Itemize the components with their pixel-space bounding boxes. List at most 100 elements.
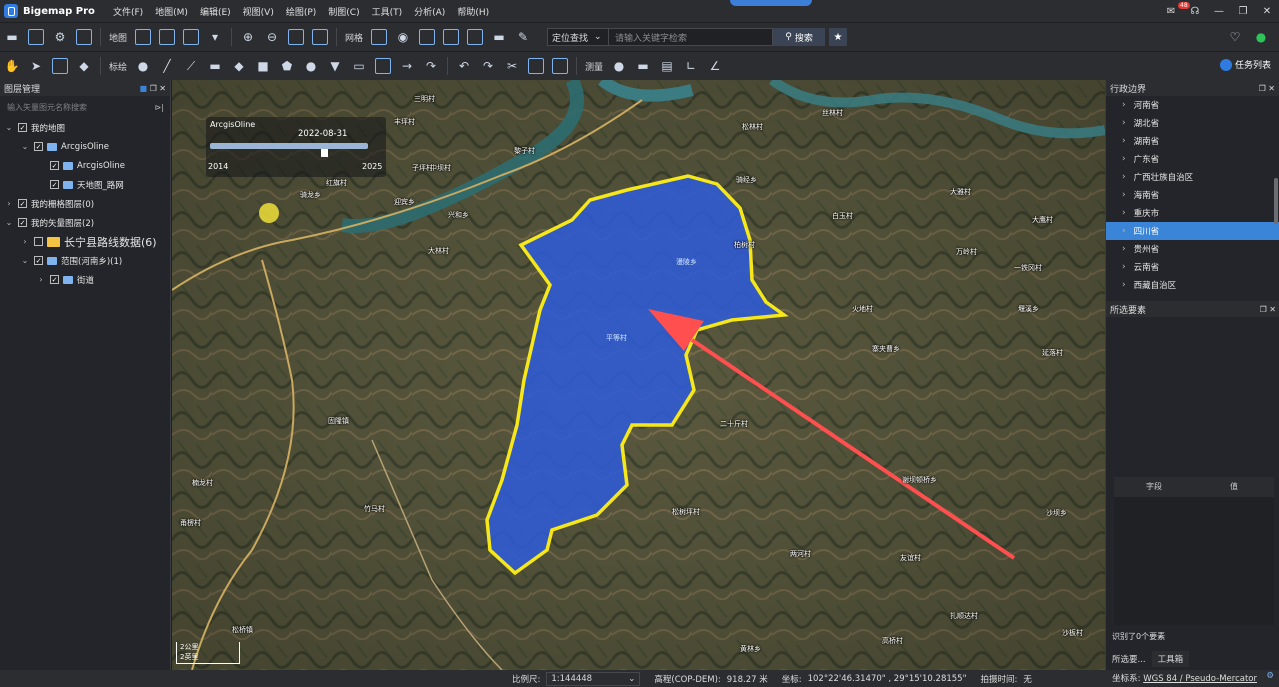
col-field[interactable]: 字段	[1114, 477, 1194, 497]
save-icon[interactable]	[28, 29, 44, 45]
zoom-in-icon[interactable]: ⊕	[240, 29, 256, 45]
map-thumbnail-2-icon[interactable]	[159, 29, 176, 45]
undo-icon[interactable]: ↶	[456, 58, 472, 74]
layer-checkbox[interactable]: ✓	[50, 275, 59, 284]
menu-file[interactable]: 文件(F)	[107, 5, 149, 18]
measure-angle-icon[interactable]: ∠	[707, 58, 723, 74]
settings-icon[interactable]: ⚙	[52, 29, 68, 45]
favorite-button[interactable]: ★	[829, 28, 848, 46]
message-icon[interactable]: ✉	[1159, 6, 1183, 17]
menu-help[interactable]: 帮助(H)	[451, 5, 495, 18]
menu-cartography[interactable]: 制图(C)	[322, 5, 365, 18]
tab-selected[interactable]: 所选要...	[1106, 651, 1152, 667]
chevron-right-icon[interactable]: ›	[1122, 244, 1126, 254]
minimize-button[interactable]: —	[1207, 6, 1231, 17]
grid-tool-4-icon[interactable]	[467, 29, 484, 45]
menu-analysis[interactable]: 分析(A)	[408, 5, 451, 18]
select-tool-icon[interactable]: ◆	[76, 58, 92, 74]
circle-icon[interactable]: ●	[303, 58, 319, 74]
chevron-right-icon[interactable]: ›	[20, 237, 30, 246]
grid-icon[interactable]	[371, 29, 388, 45]
layer-tree-item[interactable]: ✓ 天地图_路网	[0, 175, 170, 194]
tab-toolbox[interactable]: 工具箱	[1151, 651, 1190, 667]
chevron-down-icon[interactable]: ⌄	[20, 256, 30, 265]
chevron-down-icon[interactable]: ⌄	[4, 123, 14, 132]
grid-tool-2-icon[interactable]	[419, 29, 436, 45]
province-item[interactable]: › 云南省	[1106, 258, 1279, 276]
chevron-right-icon[interactable]: ›	[1122, 226, 1126, 236]
hand-pan-icon[interactable]: ✋	[4, 58, 20, 74]
scissors-icon[interactable]: ✂	[504, 58, 520, 74]
chevron-right-icon[interactable]: ›	[1122, 262, 1126, 272]
rectangle-icon[interactable]: ▬	[207, 58, 223, 74]
measure-distance-icon[interactable]: ▬	[635, 58, 651, 74]
redo-icon[interactable]: ↷	[480, 58, 496, 74]
heart-icon[interactable]: ♡	[1227, 29, 1243, 45]
zoom-out-icon[interactable]: ⊖	[264, 29, 280, 45]
menu-edit[interactable]: 编辑(E)	[194, 5, 237, 18]
layer-tree-item[interactable]: › 长宁县路线数据(6)	[0, 232, 170, 251]
layer-checkbox[interactable]: ✓	[50, 180, 59, 189]
chevron-right-icon[interactable]: ›	[1122, 100, 1126, 110]
timeline-handle[interactable]	[320, 149, 328, 157]
chevron-right-icon[interactable]: ›	[4, 199, 14, 208]
brush-icon[interactable]: ✎	[515, 29, 531, 45]
open-folder-icon[interactable]: ▬	[4, 29, 20, 45]
search-input[interactable]: 请输入关键字检索	[609, 28, 774, 46]
province-item[interactable]: › 河南省	[1106, 96, 1279, 114]
text-style-icon[interactable]: ▭	[351, 58, 367, 74]
screen-icon[interactable]	[76, 29, 92, 45]
close-panel-icon[interactable]: ✕	[159, 84, 166, 93]
layer-checkbox[interactable]: ✓	[18, 123, 27, 132]
select-area-icon[interactable]	[52, 58, 68, 74]
chevron-down-icon[interactable]: ⌄	[4, 218, 14, 227]
measure-area-icon[interactable]: ▤	[659, 58, 675, 74]
layer-tree-item[interactable]: ⌄ ✓ 我的矢量图层(2)	[0, 213, 170, 232]
task-list-button[interactable]: 任务列表	[1219, 58, 1271, 71]
close-button[interactable]: ✕	[1255, 6, 1279, 17]
province-item[interactable]: › 西藏自治区	[1106, 276, 1279, 294]
province-scrollbar[interactable]	[1274, 178, 1278, 224]
scale-select[interactable]: 1:144448 ⌄	[546, 671, 641, 686]
province-item[interactable]: › 湖北省	[1106, 114, 1279, 132]
zoom-extent-icon[interactable]	[288, 29, 305, 45]
settings-icon[interactable]: ⚙	[1266, 671, 1274, 681]
layer-checkbox[interactable]: ✓	[18, 218, 27, 227]
layer-tree-item[interactable]: › ✓ 街道	[0, 270, 170, 289]
layer-checkbox[interactable]	[34, 237, 43, 246]
layer-tree-item[interactable]: ⌄ ✓ 我的地图	[0, 118, 170, 137]
menu-map[interactable]: 地图(M)	[149, 5, 194, 18]
grid-tool-3-icon[interactable]	[443, 29, 460, 45]
crs-value[interactable]: WGS 84 / Pseudo-Mercator	[1143, 674, 1257, 684]
layer-checkbox[interactable]: ✓	[34, 256, 43, 265]
chevron-right-icon[interactable]: ›	[1122, 208, 1126, 218]
chevron-right-icon[interactable]: ›	[1122, 154, 1126, 164]
province-item[interactable]: › 海南省	[1106, 186, 1279, 204]
province-item[interactable]: › 广西壮族自治区	[1106, 168, 1279, 186]
layer-checkbox[interactable]: ✓	[18, 199, 27, 208]
layer-tree-item[interactable]: › ✓ 我的栅格图层(0)	[0, 194, 170, 213]
paste-icon[interactable]	[552, 58, 569, 74]
chevron-right-icon[interactable]: ›	[1122, 280, 1126, 290]
full-extent-icon[interactable]	[312, 29, 329, 45]
timeline-slider[interactable]	[210, 143, 368, 149]
province-item[interactable]: › 贵州省	[1106, 240, 1279, 258]
close-panel-icon[interactable]: ✕	[1269, 305, 1276, 314]
province-item[interactable]: › 重庆市	[1106, 204, 1279, 222]
province-item[interactable]: › 广东省	[1106, 150, 1279, 168]
person-icon[interactable]: ●	[611, 58, 627, 74]
layer-tree-item[interactable]: ⌄ ✓ 范围(河南乡)(1)	[0, 251, 170, 270]
close-panel-icon[interactable]: ✕	[1268, 84, 1275, 93]
copy-icon[interactable]	[528, 58, 545, 74]
layer-search-input[interactable]: 输入矢量图元名称搜索 ⊳|	[2, 98, 168, 116]
pin-icon[interactable]: ■	[139, 84, 147, 93]
menu-view[interactable]: 视图(V)	[237, 5, 280, 18]
folder-icon[interactable]: ▬	[491, 29, 507, 45]
menu-tools[interactable]: 工具(T)	[366, 5, 409, 18]
chevron-right-icon[interactable]: ›	[1122, 118, 1126, 128]
imagery-timeline[interactable]: ArcgisOline 2022-08-31 2014 2025	[206, 117, 386, 177]
pentagon-icon[interactable]: ⬟	[279, 58, 295, 74]
curve-icon[interactable]: ↷	[423, 58, 439, 74]
wechat-icon[interactable]: ●	[1253, 29, 1269, 45]
marker-icon[interactable]: ●	[135, 58, 151, 74]
